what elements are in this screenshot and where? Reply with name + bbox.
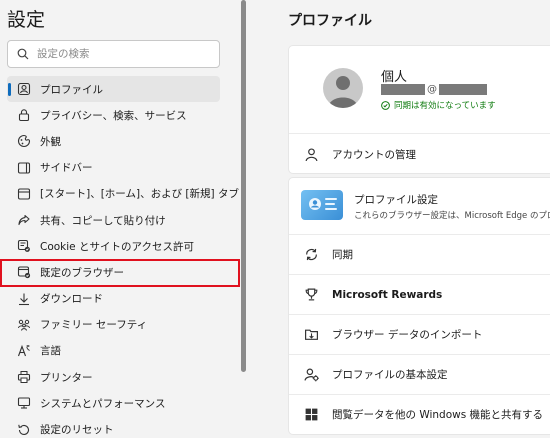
sidebar-item-privacy[interactable]: プライバシー、検索、サービス (7, 102, 220, 128)
avatar (323, 68, 363, 108)
sidebar-item-cookies[interactable]: Cookie とサイトのアクセス許可 (7, 233, 220, 259)
sidebar-item-label: ダウンロード (40, 293, 103, 306)
printer-icon (17, 370, 31, 384)
language-icon (17, 344, 31, 358)
trophy-icon (303, 287, 319, 303)
check-circle-icon (381, 100, 390, 110)
profile-settings-card: プロファイル設定 これらのブラウザー設定は、Microsoft Edge のプロ… (288, 177, 550, 435)
settings-sidebar: 設定 プロファイル プライバシー、検索、サービス 外観 (0, 0, 240, 438)
sync-icon (303, 247, 319, 263)
profile-settings-title: プロファイル設定 (354, 194, 438, 206)
profile-card: 個人 @ 同期は有効になっています アカウントの管理 (288, 45, 550, 174)
cookie-icon (17, 239, 31, 253)
sidebar-item-sidebar[interactable]: サイドバー (7, 155, 220, 181)
sidebar-item-appearance[interactable]: 外観 (7, 128, 220, 154)
email-user-redacted (381, 84, 425, 95)
search-input[interactable] (37, 48, 207, 60)
profile-email: @ (381, 84, 487, 95)
sidebar-title: 設定 (7, 9, 46, 31)
sidebar-item-default-browser[interactable]: 既定のブラウザー (7, 259, 220, 285)
search-box[interactable] (7, 40, 220, 68)
download-icon (17, 292, 31, 306)
windows-icon (303, 407, 319, 423)
sidebar-item-label: プリンター (40, 371, 93, 384)
sidebar-item-label: システムとパフォーマンス (40, 397, 166, 410)
sidebar-item-label: [スタート]、[ホーム]、および [新規] タブ (40, 188, 239, 201)
microsoft-rewards-label: Microsoft Rewards (332, 288, 443, 301)
profile-settings-illustration (301, 190, 343, 220)
person-icon (303, 146, 319, 162)
import-browser-data-label: ブラウザー データのインポート (332, 329, 483, 341)
sync-status: 同期は有効になっています (381, 99, 496, 111)
profile-preferences-label: プロファイルの基本設定 (332, 369, 448, 381)
sidebar-item-label: Cookie とサイトのアクセス許可 (40, 240, 194, 253)
sidebar-scrollbar-thumb[interactable] (241, 0, 246, 372)
sync-status-text: 同期は有効になっています (394, 101, 496, 111)
sidebar-item-label: 共有、コピーして貼り付け (40, 214, 166, 227)
sidebar-item-label: プロファイル (40, 83, 103, 96)
microsoft-rewards-row[interactable]: Microsoft Rewards (289, 275, 550, 314)
profile-prefs-icon (303, 367, 319, 383)
sidebar-item-reset-settings[interactable]: 設定のリセット (7, 416, 220, 438)
home-tab-icon (17, 187, 31, 201)
search-icon (17, 48, 29, 60)
main-content: プロファイル 個人 @ 同期は有効になっています アカウントの管理 プロファイル… (248, 0, 550, 438)
sidebar-item-printers[interactable]: プリンター (7, 364, 220, 390)
sidebar-item-label: 言語 (40, 345, 61, 358)
page-title: プロファイル (288, 13, 372, 29)
sidebar-item-label: 既定のブラウザー (40, 266, 124, 279)
sync-row-label: 同期 (332, 249, 353, 261)
default-browser-icon (17, 265, 31, 279)
reset-icon (17, 423, 31, 437)
profile-name: 個人 (381, 70, 408, 85)
sidebar-item-label: 設定のリセット (40, 424, 114, 437)
family-icon (17, 318, 31, 332)
sidebar-item-share-copy-paste[interactable]: 共有、コピーして貼り付け (7, 207, 220, 233)
import-browser-data-row[interactable]: ブラウザー データのインポート (289, 315, 550, 354)
sidebar-item-downloads[interactable]: ダウンロード (7, 286, 220, 312)
manage-account-label: アカウントの管理 (332, 148, 416, 161)
appearance-icon (17, 134, 31, 148)
manage-account-row[interactable]: アカウントの管理 (289, 134, 550, 174)
profile-preferences-row[interactable]: プロファイルの基本設定 (289, 355, 550, 394)
sidebar-item-label: 外観 (40, 135, 61, 148)
sidebar-item-languages[interactable]: 言語 (7, 338, 220, 364)
profile-icon (17, 82, 31, 96)
email-domain-redacted (439, 84, 487, 95)
sync-row[interactable]: 同期 (289, 235, 550, 274)
sidebar-item-profile[interactable]: プロファイル (7, 76, 220, 103)
profile-settings-description: これらのブラウザー設定は、Microsoft Edge のプロフ (354, 211, 550, 221)
share-browsing-data-label: 閲覧データを他の Windows 機能と共有する (332, 409, 544, 421)
sidebar-item-start-home-newtab[interactable]: [スタート]、[ホーム]、および [新規] タブ (7, 181, 239, 207)
sidebar-item-label: プライバシー、検索、サービス (40, 109, 187, 122)
import-icon (303, 327, 319, 343)
settings-nav: プロファイル プライバシー、検索、サービス 外観 サイドバー [スタート]、[ホ… (7, 76, 239, 438)
lock-icon (17, 108, 31, 122)
share-icon (17, 213, 31, 227)
sidebar-item-label: ファミリー セーフティ (40, 319, 148, 332)
sidebar-icon (17, 161, 31, 175)
system-icon (17, 396, 31, 410)
share-browsing-data-row[interactable]: 閲覧データを他の Windows 機能と共有する (289, 395, 550, 434)
email-at-sign: @ (427, 84, 437, 95)
sidebar-item-label: サイドバー (40, 162, 93, 175)
sidebar-item-family-safety[interactable]: ファミリー セーフティ (7, 312, 220, 338)
sidebar-item-system-performance[interactable]: システムとパフォーマンス (7, 390, 220, 416)
